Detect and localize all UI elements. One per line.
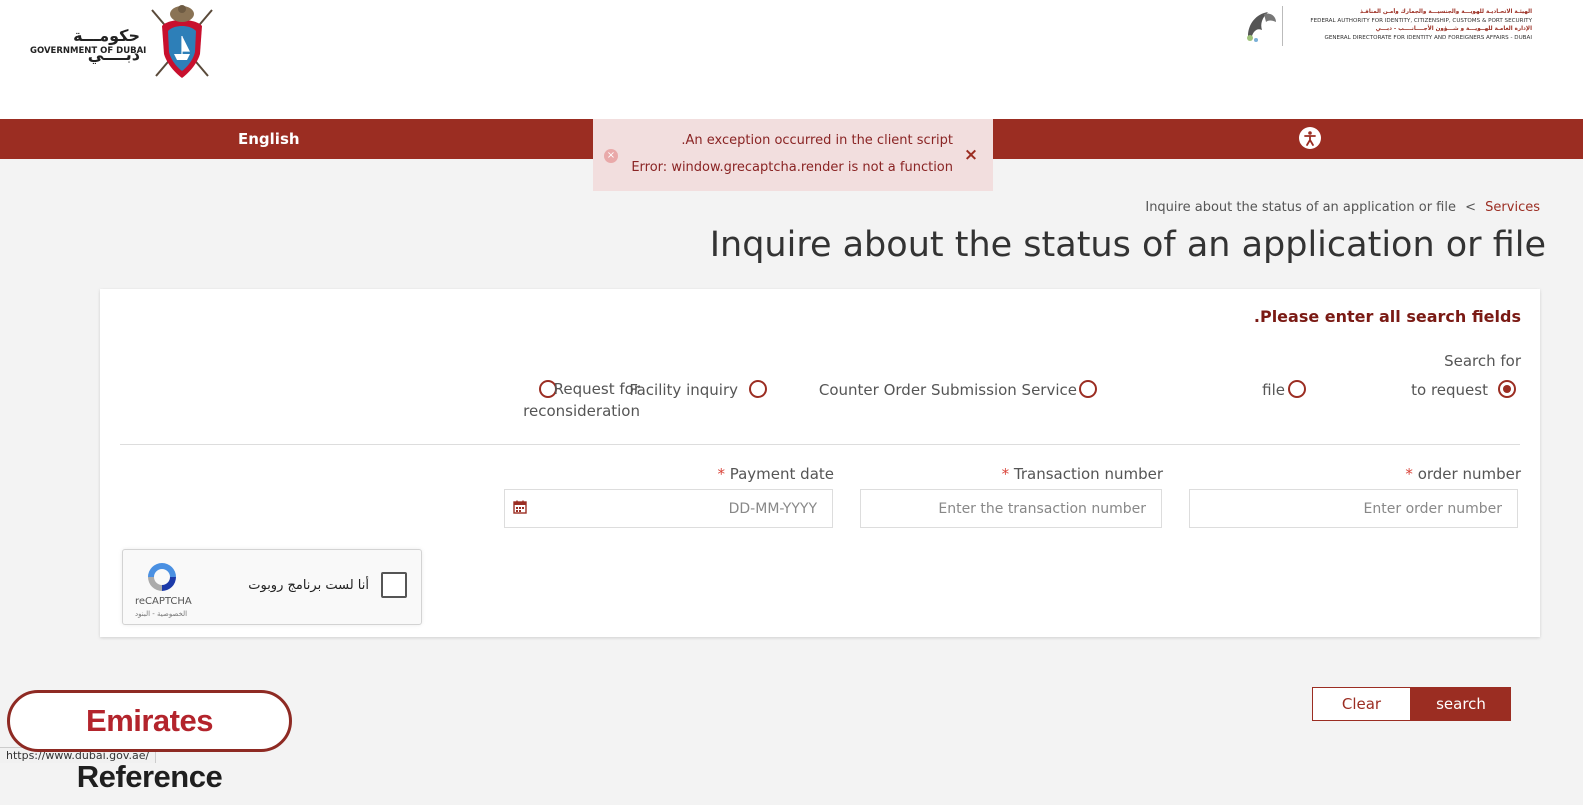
payment-date-input[interactable]: [504, 489, 833, 528]
accessibility-figure-icon: [1304, 131, 1316, 146]
breadcrumb-services-link[interactable]: Services: [1485, 200, 1540, 215]
radio-counter-order-submission[interactable]: [1079, 380, 1097, 398]
payment-date-label-text: Payment date: [729, 465, 834, 483]
page-title: Inquire about the status of an applicati…: [709, 225, 1546, 265]
breadcrumb: Inquire about the status of an applicati…: [1145, 200, 1540, 215]
recaptcha-widget: أنا لست برنامج روبوت reCAPTCHA الخصوصية …: [122, 549, 422, 625]
option-reconsideration-line1: Request for: [553, 380, 640, 398]
toast-message-line2: Error: window.grecaptcha.render is not a…: [631, 160, 953, 175]
option-facility-inquiry-label[interactable]: Facility inquiry: [629, 381, 738, 399]
option-file-label[interactable]: file: [1262, 381, 1285, 399]
calendar-icon[interactable]: [513, 500, 527, 514]
required-mark: *: [717, 465, 725, 483]
option-counter-order-label[interactable]: Counter Order Submission Service: [819, 381, 1077, 399]
language-switch-link[interactable]: English: [238, 130, 300, 148]
search-button[interactable]: search: [1411, 687, 1511, 721]
watermark-word-1: Emirates: [86, 703, 213, 738]
option-to-request-label[interactable]: to request: [1411, 381, 1488, 399]
clear-button[interactable]: Clear: [1312, 687, 1411, 721]
order-number-label-text: order number: [1417, 465, 1521, 483]
recaptcha-brand: reCAPTCHA: [135, 596, 192, 607]
form-warning: .Please enter all search fields: [1253, 307, 1521, 326]
ica-logo-text: الهيئـة الاتحـاديـة للهويـــة والجنسيـــ…: [1286, 8, 1532, 43]
error-icon: ×: [604, 149, 618, 163]
error-toast: × .An exception occurred in the client s…: [593, 119, 993, 191]
top-header: حكومـــة دبــــي GOVERNMENT OF DUBAI اله…: [0, 0, 1583, 119]
transaction-number-input[interactable]: [860, 489, 1162, 528]
dubai-emblem-icon: [151, 5, 213, 78]
search-form-card: .Please enter all search fields Search f…: [100, 289, 1540, 637]
order-number-label: * order number: [1405, 465, 1521, 483]
required-mark: *: [1001, 465, 1010, 483]
gov-logo-english: GOVERNMENT OF DUBAI: [30, 46, 147, 56]
recaptcha-checkbox[interactable]: [381, 572, 407, 598]
transaction-number-label: * Transaction number: [1002, 465, 1163, 483]
ica-line-1: الهيئـة الاتحـاديـة للهويـــة والجنسيـــ…: [1360, 9, 1532, 15]
ica-line-4: GENERAL DIRECTORATE FOR IDENTITY AND FOR…: [1324, 35, 1533, 42]
gov-logo-arabic: حكومـــة دبــــي: [73, 26, 140, 64]
falcon-icon: [1247, 12, 1276, 42]
required-mark: *: [1405, 465, 1413, 483]
ica-logo-divider: [1282, 6, 1283, 46]
search-for-label: Search for: [1444, 352, 1521, 370]
emirates-reference-watermark: Emirates Reference: [7, 690, 292, 794]
form-divider: [120, 444, 1520, 445]
transaction-number-label-text: Transaction number: [1013, 465, 1163, 483]
toast-close-icon[interactable]: ×: [961, 145, 981, 165]
government-of-dubai-logo[interactable]: حكومـــة دبــــي GOVERNMENT OF DUBAI: [30, 4, 230, 80]
ica-line-3: الإدارة العامـة للهــويـــة و شـــؤون ال…: [1375, 26, 1532, 33]
radio-file[interactable]: [1288, 380, 1306, 398]
radio-facility-inquiry[interactable]: [749, 380, 767, 398]
accessibility-icon[interactable]: [1299, 127, 1321, 149]
ica-line-2: FEDERAL AUTHORITY FOR IDENTITY, CITIZENS…: [1310, 17, 1532, 24]
option-reconsideration-label[interactable]: Request for reconsideration: [523, 378, 640, 422]
watermark-word-2: Reference: [76, 759, 223, 794]
order-number-input[interactable]: [1189, 489, 1518, 528]
breadcrumb-current: Inquire about the status of an applicati…: [1145, 200, 1456, 215]
payment-date-label: * Payment date: [717, 465, 834, 483]
option-reconsideration-line2: reconsideration: [523, 402, 640, 420]
recaptcha-label: أنا لست برنامج روبوت: [248, 578, 369, 593]
recaptcha-terms-link[interactable]: الخصوصية - البنود: [135, 610, 187, 618]
ica-authority-logo[interactable]: الهيئـة الاتحـاديـة للهويـــة والجنسيـــ…: [1240, 6, 1540, 52]
breadcrumb-separator: <: [1465, 200, 1477, 215]
radio-to-request[interactable]: [1498, 380, 1516, 398]
recaptcha-logo-icon: [148, 563, 176, 591]
toast-message-line1: .An exception occurred in the client scr…: [681, 133, 953, 148]
